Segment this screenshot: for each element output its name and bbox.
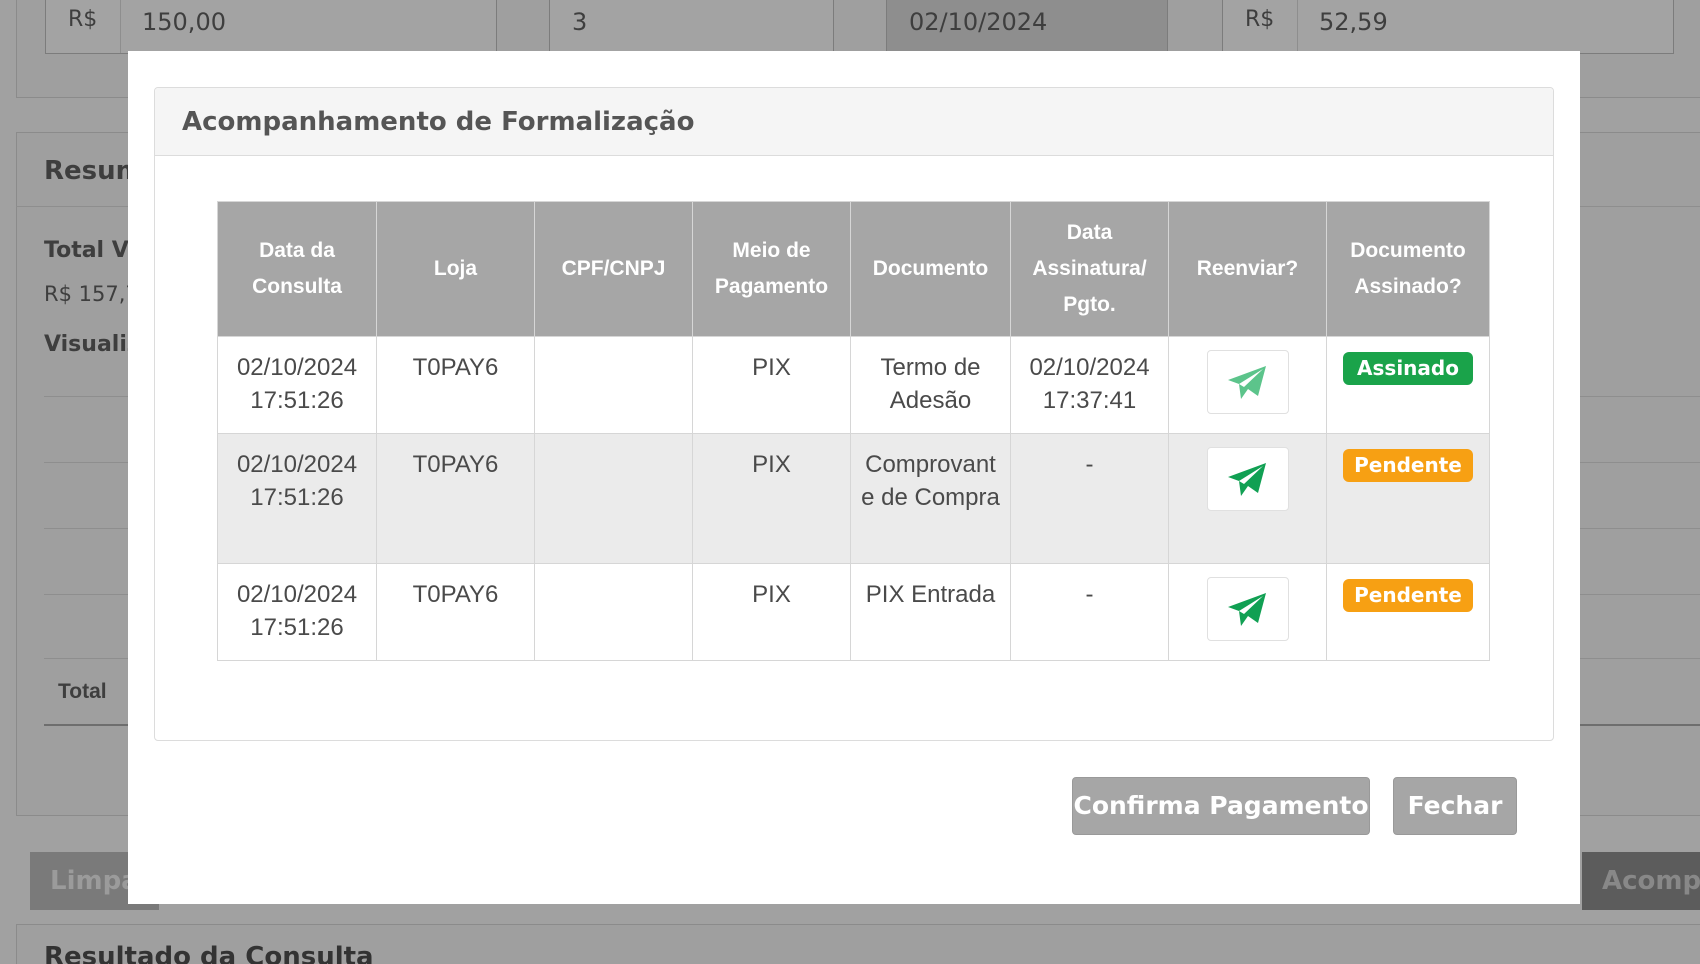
close-button[interactable]: Fechar	[1393, 777, 1517, 835]
bg-field-installments-value: 3	[572, 8, 588, 36]
cell-payment-method: PIX	[692, 336, 851, 434]
bg-field-date-value: 02/10/2024	[909, 8, 1048, 36]
visualize-label: Visualiz	[44, 332, 140, 357]
col-header-store: Loja	[376, 201, 535, 337]
track-button[interactable]: Acompa	[1582, 852, 1700, 910]
col-header-signed: Documento Assinado?	[1326, 201, 1490, 337]
table-row: 02/10/2024 17:51:26 T0PAY6 PIX PIX Entra…	[217, 563, 1490, 661]
col-header-payment-method: Meio de Pagamento	[692, 201, 851, 337]
panel-header: Acompanhamento de Formalização	[155, 88, 1553, 156]
cell-sign-date: -	[1010, 563, 1169, 661]
bg-field-installments: 3	[549, 0, 834, 54]
bg-field-date: 02/10/2024	[886, 0, 1168, 54]
cell-resend	[1168, 433, 1327, 564]
cell-document: PIX Entrada	[850, 563, 1011, 661]
cell-cpf-cnpj	[534, 563, 693, 661]
cell-resend	[1168, 563, 1327, 661]
col-header-sign-date: Data Assinatura/ Pgto.	[1010, 201, 1169, 337]
formalization-modal: Acompanhamento de Formalização Data da C…	[128, 51, 1580, 904]
cell-document: Comprovant e de Compra	[850, 433, 1011, 564]
modal-title: Acompanhamento de Formalização	[182, 107, 695, 137]
bg-field-amount-prefix: R$	[68, 7, 98, 32]
status-badge: Pendente	[1343, 579, 1473, 612]
resend-button[interactable]	[1206, 447, 1289, 511]
cell-payment-method: PIX	[692, 433, 851, 564]
cell-store: T0PAY6	[376, 563, 535, 661]
send-icon	[1227, 593, 1266, 626]
total-label: Total V	[44, 238, 129, 263]
status-badge: Pendente	[1343, 449, 1473, 482]
confirm-payment-button[interactable]: Confirma Pagamento	[1072, 777, 1370, 835]
cell-store: T0PAY6	[376, 336, 535, 434]
total-value: R$ 157,7	[44, 282, 139, 306]
cell-consult-date: 02/10/2024 17:51:26	[217, 563, 377, 661]
cell-document: Termo de Adesão	[850, 336, 1011, 434]
cell-payment-method: PIX	[692, 563, 851, 661]
total-row-label: Total	[58, 680, 107, 703]
formalization-table: Data da Consulta Loja CPF/CNPJ Meio de P…	[217, 201, 1490, 661]
cell-signed: Pendente	[1326, 563, 1490, 661]
status-badge: Assinado	[1343, 352, 1473, 385]
cell-resend	[1168, 336, 1327, 434]
result-title: Resultado da Consulta	[44, 942, 374, 964]
cell-signed: Pendente	[1326, 433, 1490, 564]
bg-field-value-prefix: R$	[1245, 7, 1275, 32]
send-icon	[1227, 463, 1266, 496]
col-header-cpf-cnpj: CPF/CNPJ	[534, 201, 693, 337]
bg-field-value-value: 52,59	[1319, 8, 1388, 36]
table-header-row: Data da Consulta Loja CPF/CNPJ Meio de P…	[217, 201, 1490, 337]
cell-consult-date: 02/10/2024 17:51:26	[217, 433, 377, 564]
bg-field-amount-value: 150,00	[142, 8, 226, 36]
cell-sign-date: 02/10/2024 17:37:41	[1010, 336, 1169, 434]
cell-store: T0PAY6	[376, 433, 535, 564]
cell-cpf-cnpj	[534, 433, 693, 564]
bg-field-amount: R$ 150,00	[45, 0, 497, 54]
send-icon	[1227, 366, 1266, 399]
cell-signed: Assinado	[1326, 336, 1490, 434]
col-header-document: Documento	[850, 201, 1011, 337]
col-header-consult-date: Data da Consulta	[217, 201, 377, 337]
cell-sign-date: -	[1010, 433, 1169, 564]
col-header-resend: Reenviar?	[1168, 201, 1327, 337]
cell-consult-date: 02/10/2024 17:51:26	[217, 336, 377, 434]
bg-field-value: R$ 52,59	[1222, 0, 1674, 54]
table-row: 02/10/2024 17:51:26 T0PAY6 PIX Comprovan…	[217, 433, 1490, 564]
resend-button[interactable]	[1206, 577, 1289, 641]
cell-cpf-cnpj	[534, 336, 693, 434]
resend-button[interactable]	[1206, 350, 1289, 414]
formalization-panel: Acompanhamento de Formalização Data da C…	[154, 87, 1554, 741]
table-row: 02/10/2024 17:51:26 T0PAY6 PIX Termo de …	[217, 336, 1490, 434]
